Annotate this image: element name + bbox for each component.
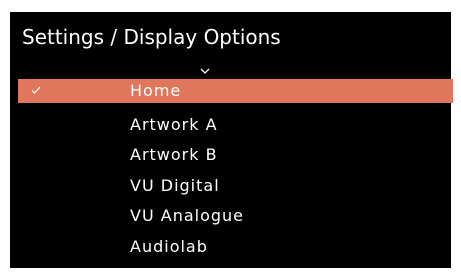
menu-item-label: Home (130, 81, 182, 100)
device-screen: Settings / Display Options Home Artwork … (0, 0, 461, 279)
menu-item-vu-digital[interactable]: VU Digital (18, 171, 453, 202)
menu-item-label: Audiolab (130, 236, 208, 256)
menu-item-artwork-a[interactable]: Artwork A (18, 110, 453, 141)
check-icon (31, 86, 41, 94)
menu-item-home[interactable]: Home (18, 79, 453, 103)
menu-item-label: VU Digital (130, 175, 220, 195)
menu-item-label: Artwork B (130, 145, 218, 165)
menu-item-label: VU Analogue (130, 206, 245, 226)
menu-item-label: Artwork A (130, 114, 218, 134)
page-title: Settings / Display Options (22, 25, 281, 49)
chevron-up-icon[interactable] (200, 68, 210, 75)
display-options-menu: Home Artwork A Artwork B VU Digital VU A… (18, 79, 453, 263)
menu-item-vu-analogue[interactable]: VU Analogue (18, 201, 453, 232)
menu-item-audiolab[interactable]: Audiolab (18, 232, 453, 263)
menu-item-artwork-b[interactable]: Artwork B (18, 140, 453, 171)
